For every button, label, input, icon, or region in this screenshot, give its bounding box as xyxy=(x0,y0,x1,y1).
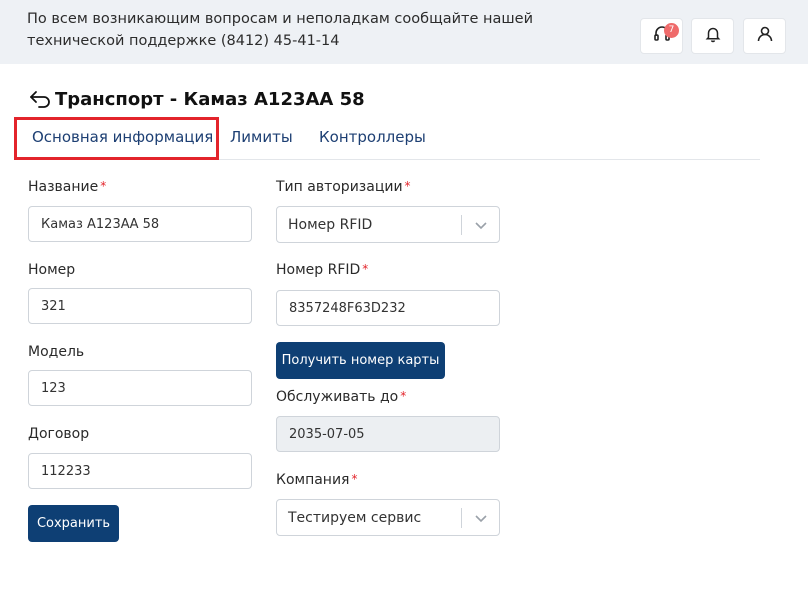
tab-controllers[interactable]: Контроллеры xyxy=(319,128,426,146)
name-label: Название * xyxy=(28,179,106,195)
select-divider xyxy=(461,508,462,528)
back-arrow-icon[interactable] xyxy=(29,88,55,110)
support-badge: 7 xyxy=(664,23,679,38)
page-title: Транспорт - Камаз А123АА 58 xyxy=(55,88,365,110)
bell-icon xyxy=(704,25,722,47)
select-divider xyxy=(461,215,462,235)
number-label: Номер xyxy=(28,262,76,278)
support-button[interactable]: 7 xyxy=(640,18,683,54)
number-input[interactable]: 321 xyxy=(28,288,252,324)
page-title-row: Транспорт - Камаз А123АА 58 xyxy=(29,88,365,110)
service-until-label-text: Обслуживать до xyxy=(276,389,399,405)
rfid-label-text: Номер RFID xyxy=(276,262,361,278)
model-input[interactable]: 123 xyxy=(28,370,252,406)
support-message: По всем возникающим вопросам и неполадка… xyxy=(27,11,533,49)
auth-type-select[interactable]: Номер RFID xyxy=(276,206,500,243)
rfid-label: Номер RFID * xyxy=(276,262,368,278)
user-icon xyxy=(756,25,774,47)
chevron-down-icon xyxy=(474,219,488,231)
tab-bar: Основная информация Лимиты Контроллеры xyxy=(14,117,760,160)
required-mark: * xyxy=(351,472,358,486)
chevron-down-icon xyxy=(474,512,488,524)
required-mark: * xyxy=(362,262,369,276)
company-label-text: Компания xyxy=(276,472,350,488)
service-until-label: Обслуживать до * xyxy=(276,389,406,405)
auth-type-label-text: Тип авторизации xyxy=(276,179,403,195)
model-label: Модель xyxy=(28,344,85,360)
service-until-input[interactable]: 2035-07-05 xyxy=(276,416,500,452)
company-select[interactable]: Тестируем сервис xyxy=(276,499,500,536)
company-label: Компания * xyxy=(276,472,357,488)
tab-main-info[interactable]: Основная информация xyxy=(32,128,213,146)
notifications-button[interactable] xyxy=(691,18,734,54)
required-mark: * xyxy=(100,179,107,193)
name-input[interactable]: Камаз А123АА 58 xyxy=(28,206,252,242)
company-value: Тестируем сервис xyxy=(288,509,422,526)
get-card-number-button[interactable]: Получить номер карты xyxy=(276,342,445,379)
required-mark: * xyxy=(400,389,407,403)
name-label-text: Название xyxy=(28,179,99,195)
save-button[interactable]: Сохранить xyxy=(28,505,119,542)
required-mark: * xyxy=(404,179,411,193)
contract-label: Договор xyxy=(28,426,90,442)
tab-limits[interactable]: Лимиты xyxy=(230,128,293,146)
rfid-input[interactable]: 8357248F63D232 xyxy=(276,290,500,326)
profile-button[interactable] xyxy=(743,18,786,54)
top-bar: По всем возникающим вопросам и неполадка… xyxy=(0,0,808,64)
auth-type-value: Номер RFID xyxy=(288,216,373,233)
auth-type-label: Тип авторизации * xyxy=(276,179,411,195)
contract-input[interactable]: 112233 xyxy=(28,453,252,489)
